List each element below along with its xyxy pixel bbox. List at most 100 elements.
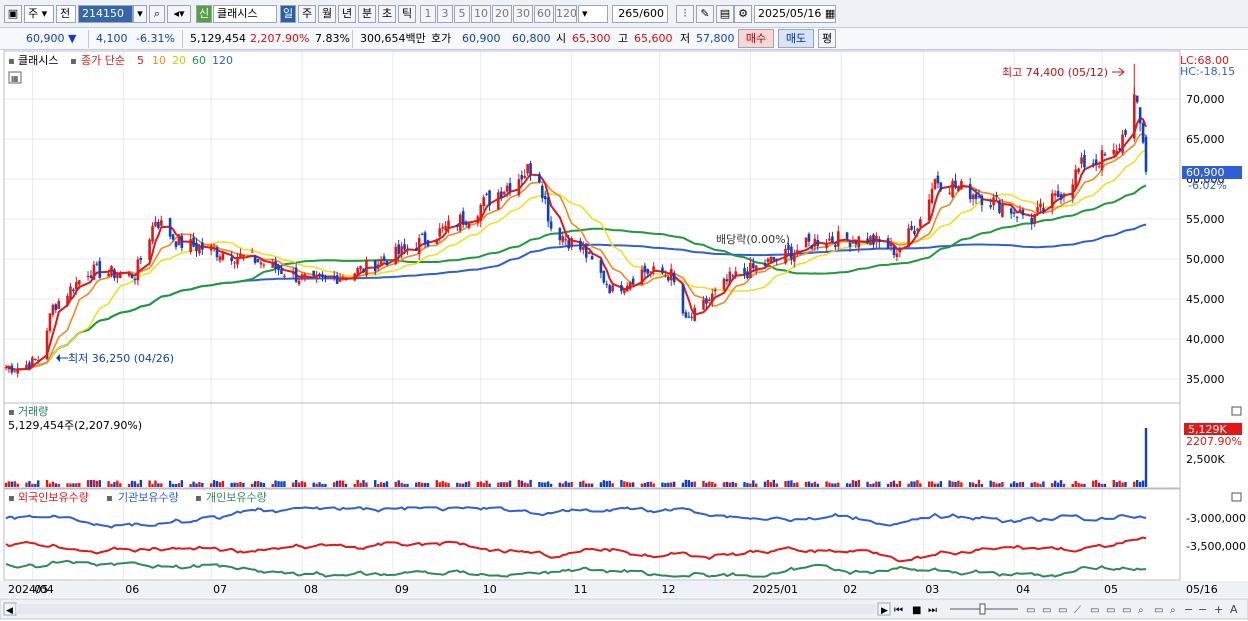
volume-close-icon[interactable] bbox=[1231, 406, 1242, 416]
prev-select[interactable]: 전 bbox=[56, 5, 76, 23]
volume-bar bbox=[1009, 483, 1013, 487]
candle-body bbox=[790, 246, 793, 260]
interval-60[interactable]: 60 bbox=[534, 5, 554, 23]
buy-button[interactable]: 매수 bbox=[738, 29, 774, 48]
zoom-out-icon[interactable]: − bbox=[1184, 603, 1193, 616]
candle-type-icon[interactable]: ⫶ bbox=[676, 5, 694, 23]
candle-body bbox=[294, 267, 298, 282]
period-second[interactable]: 초 bbox=[378, 5, 396, 23]
candle-body bbox=[872, 234, 875, 245]
layout-3-icon[interactable]: ▭ bbox=[1058, 605, 1067, 616]
interval-120[interactable]: 120 bbox=[555, 5, 577, 23]
interval-30[interactable]: 30 bbox=[513, 5, 533, 23]
volume-bar bbox=[356, 479, 359, 487]
volume-bar bbox=[816, 483, 819, 487]
rewind-icon[interactable]: ⏮ bbox=[894, 605, 903, 616]
candle-body bbox=[403, 244, 406, 250]
candle-body bbox=[520, 175, 524, 180]
eval-button[interactable]: 평 bbox=[818, 29, 836, 48]
layout-5-icon[interactable]: ▭ bbox=[1106, 605, 1115, 616]
volume-bar bbox=[154, 480, 157, 487]
gear-icon[interactable]: ⚙ bbox=[734, 5, 752, 23]
volume-bar bbox=[1083, 483, 1086, 487]
volume-bar bbox=[898, 480, 902, 487]
fast-forward-icon[interactable]: ⏭ bbox=[928, 605, 937, 616]
volume-bar bbox=[485, 480, 488, 487]
sell-button[interactable]: 매도 bbox=[778, 29, 814, 48]
candle-body bbox=[898, 248, 902, 253]
candle-body bbox=[236, 257, 239, 265]
volume-bar bbox=[1133, 481, 1136, 487]
period-year[interactable]: 년 bbox=[338, 5, 356, 23]
volume-bar bbox=[611, 483, 614, 487]
stock-chart[interactable]: 35,00040,00045,00050,00055,00060,00065,0… bbox=[0, 50, 1248, 621]
candle-body bbox=[335, 275, 339, 284]
interval-5[interactable]: 5 bbox=[454, 5, 470, 23]
layout-4-icon[interactable]: ▭ bbox=[1090, 605, 1099, 616]
candle-body bbox=[502, 191, 506, 195]
draw-line-icon[interactable]: ⟋ bbox=[1074, 605, 1081, 616]
volume-bar bbox=[180, 480, 184, 487]
candle-body bbox=[602, 270, 606, 283]
speaker-icon[interactable]: ◂▾ bbox=[167, 5, 191, 23]
font-size-icon[interactable]: A bbox=[1230, 603, 1238, 616]
zoom-slider-handle[interactable] bbox=[979, 603, 986, 615]
code-dropdown-icon[interactable]: ▾ bbox=[133, 5, 147, 23]
candle-body bbox=[913, 230, 916, 235]
interval-select[interactable]: ▾ bbox=[578, 5, 608, 23]
stop-icon[interactable]: ■ bbox=[912, 605, 921, 616]
candle-body bbox=[177, 235, 181, 246]
scrollbar-track[interactable] bbox=[16, 604, 876, 614]
search-small-icon[interactable]: ⌕ bbox=[1170, 605, 1176, 616]
hoga-label: 호가 bbox=[431, 32, 452, 45]
layout-1-icon[interactable]: ▭ bbox=[1026, 605, 1035, 616]
period-minute[interactable]: 분 bbox=[358, 5, 376, 23]
minus-icon[interactable]: − bbox=[1198, 603, 1207, 616]
volume-bar bbox=[212, 480, 216, 487]
layout-7-icon[interactable]: ▭ bbox=[1154, 605, 1163, 616]
period-week[interactable]: 주 bbox=[298, 5, 316, 23]
stock-name-field[interactable]: 클래시스 bbox=[213, 5, 277, 23]
candle-body bbox=[693, 307, 696, 321]
candle-body bbox=[895, 253, 899, 257]
magnify-icon[interactable]: ⌕ bbox=[1138, 605, 1144, 616]
plus-icon[interactable]: + bbox=[1214, 603, 1223, 616]
volume-bar bbox=[98, 480, 101, 487]
interval-3[interactable]: 3 bbox=[437, 5, 453, 23]
period-tick[interactable]: 틱 bbox=[398, 5, 416, 23]
candle-body bbox=[110, 265, 113, 276]
count-field[interactable]: 265/600 bbox=[612, 5, 668, 23]
volume-bar bbox=[810, 483, 814, 487]
interval-20[interactable]: 20 bbox=[492, 5, 512, 23]
x-tick-label: 02 bbox=[843, 583, 857, 596]
volume-bar bbox=[461, 483, 465, 487]
period-month[interactable]: 월 bbox=[318, 5, 336, 23]
volume-bar bbox=[256, 481, 260, 487]
volume-bar bbox=[684, 479, 688, 487]
candle-body bbox=[1001, 204, 1004, 217]
volume-bar bbox=[215, 481, 219, 487]
candle-body bbox=[356, 268, 359, 277]
candle-body bbox=[189, 239, 192, 252]
interval-10[interactable]: 10 bbox=[471, 5, 491, 23]
volume-bar bbox=[995, 483, 998, 487]
interval-1[interactable]: 1 bbox=[420, 5, 436, 23]
candle-body bbox=[804, 237, 808, 248]
holdings-close-icon[interactable] bbox=[1231, 492, 1242, 502]
market-select[interactable]: 주 ▾ bbox=[24, 5, 54, 23]
window-icon[interactable]: ▣ bbox=[4, 5, 22, 23]
volume-bar bbox=[148, 480, 151, 487]
search-icon[interactable]: ⌕ bbox=[149, 5, 165, 23]
chart-edit-icon[interactable]: ✎ bbox=[696, 5, 714, 23]
candle-body bbox=[1071, 184, 1075, 199]
volume-bar bbox=[177, 483, 181, 487]
volume-bar bbox=[872, 483, 875, 487]
print-icon[interactable]: ▤ bbox=[716, 5, 734, 23]
layout-2-icon[interactable]: ▭ bbox=[1042, 605, 1051, 616]
period-day[interactable]: 일 bbox=[280, 5, 296, 23]
candle-body bbox=[951, 180, 954, 198]
volume-bar bbox=[892, 480, 896, 487]
layout-6-icon[interactable]: ▭ bbox=[1122, 605, 1131, 616]
stock-code-input[interactable]: 214150 bbox=[78, 5, 133, 23]
date-input[interactable]: 2025/05/16 ▦ bbox=[754, 5, 836, 23]
